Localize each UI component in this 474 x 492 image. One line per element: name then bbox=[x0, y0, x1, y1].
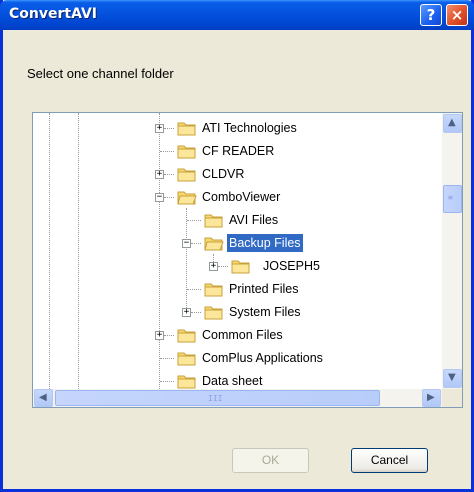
chevron-down-icon: ▼ bbox=[448, 372, 456, 383]
expand-icon[interactable]: + bbox=[155, 331, 164, 340]
tree-item[interactable]: ComPlus Applications bbox=[33, 347, 433, 370]
grip-icon: ≡ bbox=[448, 193, 453, 202]
vertical-scroll-thumb[interactable]: ≡ bbox=[443, 185, 462, 213]
window-title: ConvertAVI bbox=[9, 6, 98, 22]
tree-item[interactable]: Data sheet bbox=[33, 370, 433, 389]
tree-item-label: System Files bbox=[229, 305, 301, 319]
tree-item-label: Data sheet bbox=[202, 374, 263, 388]
chevron-left-icon: ◀ bbox=[39, 392, 47, 403]
chevron-right-icon: ▶ bbox=[427, 392, 435, 403]
collapse-icon[interactable]: − bbox=[182, 239, 191, 248]
expand-icon[interactable]: + bbox=[155, 170, 164, 179]
close-button[interactable]: × bbox=[446, 4, 468, 26]
ok-button[interactable]: OK bbox=[232, 448, 309, 473]
folder-icon bbox=[177, 375, 196, 389]
vertical-scrollbar[interactable]: ▲ ≡ ▼ bbox=[442, 113, 462, 389]
expand-icon[interactable]: + bbox=[209, 262, 218, 271]
tree-item[interactable]: + Common Files bbox=[33, 324, 433, 347]
open-folder-icon bbox=[177, 191, 197, 205]
horizontal-scrollbar[interactable]: ◀ III ▶ bbox=[33, 389, 442, 407]
tree-item-label: AVI Files bbox=[229, 213, 279, 227]
tree-item-label: ComPlus Applications bbox=[202, 351, 323, 365]
tree-item[interactable]: AVI Files bbox=[33, 209, 433, 232]
tree-item-label: JOSEPH5 bbox=[263, 259, 320, 273]
tree-item[interactable]: + System Files bbox=[33, 301, 433, 324]
title-bar[interactable]: ConvertAVI ? × bbox=[0, 0, 474, 30]
tree-item-label: Common Files bbox=[202, 328, 283, 342]
chevron-up-icon: ▲ bbox=[448, 117, 456, 128]
help-button[interactable]: ? bbox=[420, 4, 442, 26]
scroll-up-button[interactable]: ▲ bbox=[443, 114, 462, 133]
expand-icon[interactable]: + bbox=[155, 124, 164, 133]
tree-item[interactable]: − ComboViewer bbox=[33, 186, 433, 209]
scroll-right-button[interactable]: ▶ bbox=[422, 389, 441, 407]
folder-icon bbox=[177, 145, 196, 159]
folder-tree[interactable]: + ATI Technologies CF READER + CLDVR − C… bbox=[32, 112, 463, 408]
folder-icon bbox=[177, 329, 196, 343]
tree-rows: + ATI Technologies CF READER + CLDVR − C… bbox=[33, 113, 443, 389]
prompt-text: Select one channel folder bbox=[27, 66, 174, 81]
folder-icon bbox=[177, 122, 196, 136]
tree-item-selected[interactable]: − Backup Files bbox=[33, 232, 433, 255]
scroll-down-button[interactable]: ▼ bbox=[443, 369, 462, 388]
tree-item-label: Printed Files bbox=[229, 282, 299, 296]
folder-icon bbox=[231, 260, 250, 274]
tree-item-label: Backup Files bbox=[227, 234, 303, 252]
scroll-left-button[interactable]: ◀ bbox=[34, 389, 53, 407]
folder-icon bbox=[177, 352, 196, 366]
tree-item[interactable]: Printed Files bbox=[33, 278, 433, 301]
tree-item-label: ComboViewer bbox=[202, 190, 281, 204]
folder-icon bbox=[177, 168, 196, 182]
folder-icon bbox=[204, 214, 223, 228]
horizontal-scroll-thumb[interactable]: III bbox=[55, 390, 380, 406]
scrollbar-corner bbox=[442, 389, 462, 407]
tree-item[interactable]: + ATI Technologies bbox=[33, 117, 433, 140]
folder-icon bbox=[204, 306, 223, 320]
cancel-button[interactable]: Cancel bbox=[351, 448, 428, 473]
tree-item-label: ATI Technologies bbox=[202, 121, 297, 135]
collapse-icon[interactable]: − bbox=[155, 193, 164, 202]
tree-item-label: CLDVR bbox=[202, 167, 245, 181]
tree-item[interactable]: + CLDVR bbox=[33, 163, 433, 186]
grip-icon: III bbox=[208, 394, 223, 403]
tree-item[interactable]: CF READER bbox=[33, 140, 433, 163]
open-folder-icon bbox=[204, 237, 224, 251]
tree-item[interactable]: + JOSEPH5 bbox=[33, 255, 433, 278]
expand-icon[interactable]: + bbox=[182, 308, 191, 317]
dialog-window: ConvertAVI ? × Select one channel folder… bbox=[0, 0, 474, 492]
tree-item-label: CF READER bbox=[202, 144, 275, 158]
